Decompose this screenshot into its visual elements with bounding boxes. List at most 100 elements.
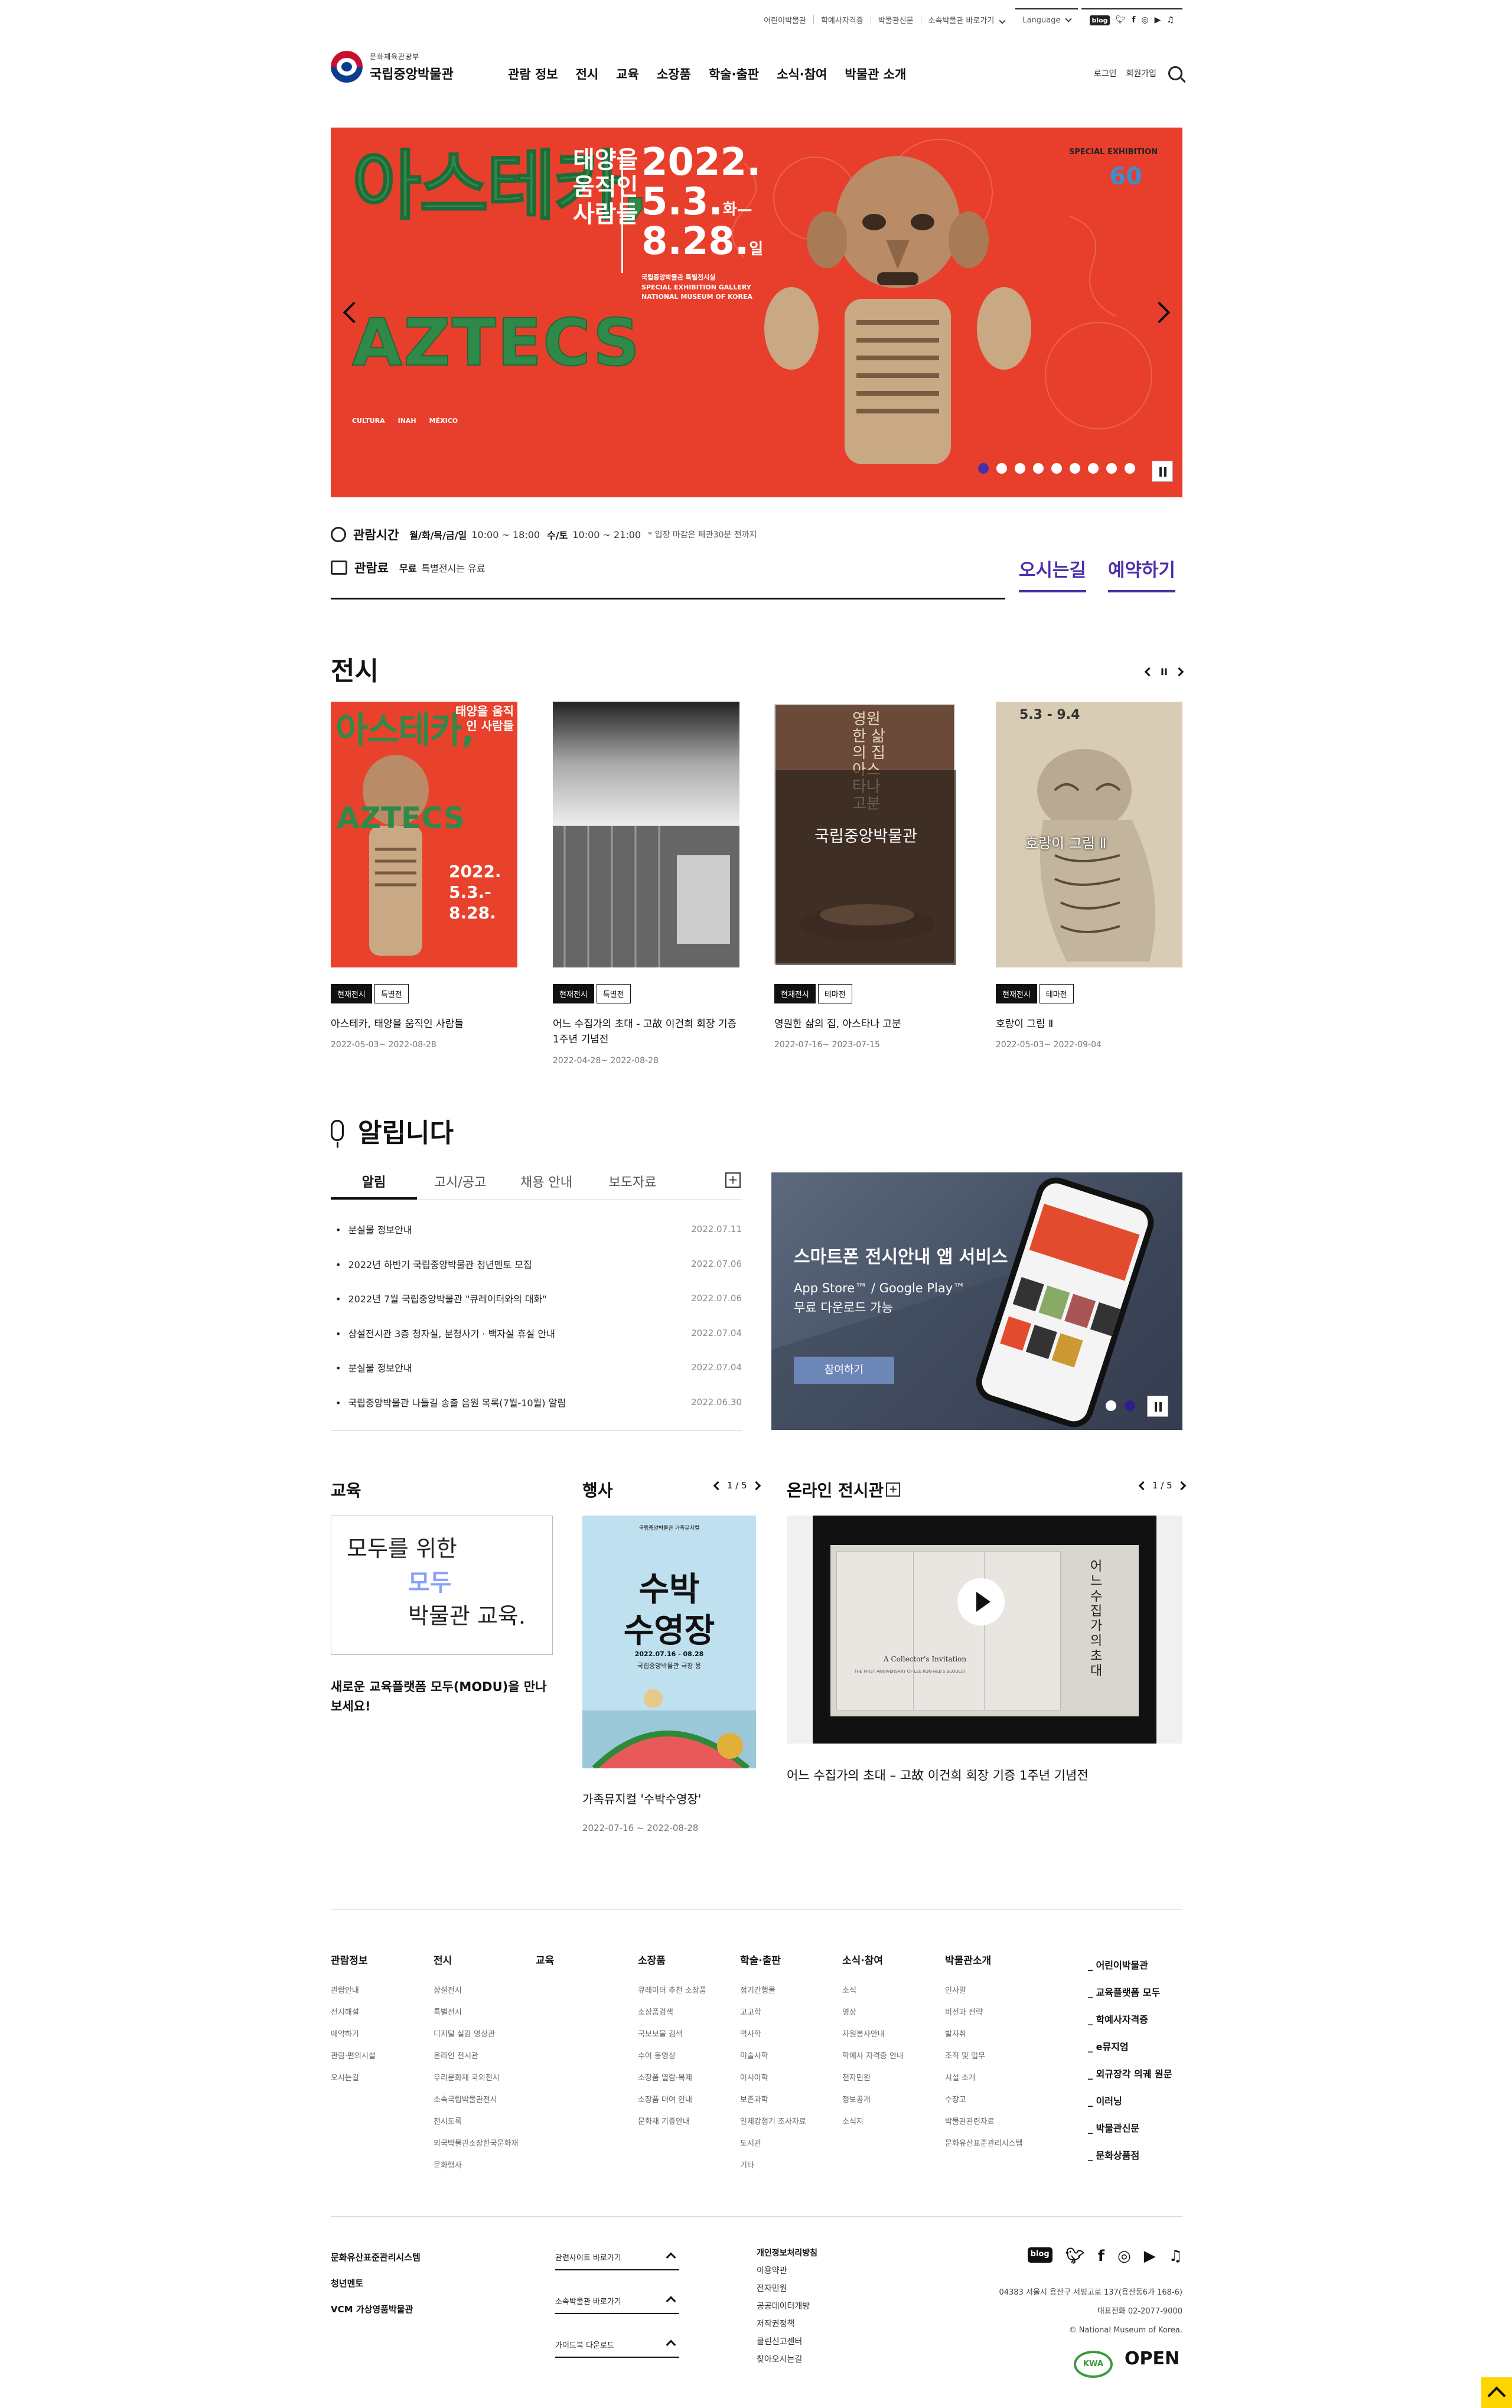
- app-promo-banner[interactable]: 스마트폰 전시안내 앱 서비스 App Store™ / Google Play…: [771, 1172, 1182, 1430]
- nav-about[interactable]: 박물관 소개: [845, 65, 906, 83]
- podcast-icon[interactable]: ♫: [1169, 2247, 1182, 2265]
- quick-link-emuseum[interactable]: e뮤지엄: [1088, 2034, 1172, 2061]
- instagram-icon[interactable]: ◎: [1141, 15, 1148, 25]
- footer-link[interactable]: 박물관관련자료: [945, 2111, 1023, 2133]
- footer-link[interactable]: 특별전시: [434, 2002, 519, 2023]
- footer-link[interactable]: 디지털 실감 영상관: [434, 2023, 519, 2045]
- slide-dot[interactable]: [1088, 463, 1099, 474]
- more-plus-icon[interactable]: +: [725, 1172, 741, 1188]
- footer-link[interactable]: 국보보물 검색: [638, 2023, 706, 2045]
- prev-icon[interactable]: [713, 1481, 723, 1490]
- youtube-icon[interactable]: ▶: [1155, 15, 1161, 25]
- footer-link[interactable]: 찾아오시는길: [757, 2351, 817, 2368]
- footer-link[interactable]: 전시도록: [434, 2111, 519, 2133]
- list-item[interactable]: 2022년 하반기 국립중앙박물관 청년멘토 모집 2022.07.06: [331, 1247, 742, 1282]
- footer-link[interactable]: 문화유산표준관리시스템: [331, 2244, 421, 2270]
- util-link-newspaper[interactable]: 박물관신문: [871, 14, 921, 25]
- list-item[interactable]: 2022년 7월 국립중앙박물관 "큐레이터와의 대화" 2022.07.06: [331, 1281, 742, 1316]
- footer-column-heading[interactable]: 학술·출판: [740, 1952, 806, 1967]
- footer-link[interactable]: 비전과 전략: [945, 2002, 1023, 2023]
- footer-link[interactable]: 역사학: [740, 2023, 806, 2045]
- slide-dot[interactable]: [1051, 463, 1062, 474]
- footer-link[interactable]: 상설전시: [434, 1980, 519, 2002]
- slide-dot[interactable]: [996, 463, 1007, 474]
- slide-dot-active[interactable]: [978, 463, 989, 474]
- footer-link[interactable]: 전자민원: [842, 2067, 904, 2089]
- footer-link[interactable]: VCM 가상영품박물관: [331, 2296, 421, 2322]
- login-link[interactable]: 로그인: [1094, 67, 1117, 79]
- footer-link[interactable]: 전시해설: [331, 2002, 376, 2023]
- tab-announcement[interactable]: 고시/공고: [417, 1169, 503, 1200]
- footer-link[interactable]: 소장품 대여 안내: [638, 2089, 706, 2111]
- footer-link[interactable]: 소식: [842, 1980, 904, 2002]
- exhibition-card[interactable]: 아스테카, AZTECS 태양을 움직인 사람들 2022. 5.3.- 8.2…: [331, 702, 517, 1050]
- footer-link[interactable]: 큐레이터 추천 소장품: [638, 1980, 706, 2002]
- footer-column-heading[interactable]: 박물관소개: [945, 1952, 1023, 1967]
- quick-link-kids[interactable]: 어린이박물관: [1088, 1952, 1172, 1979]
- footer-link[interactable]: 미술사학: [740, 2045, 806, 2067]
- youtube-icon[interactable]: ▶: [1144, 2247, 1156, 2265]
- footer-link[interactable]: 조직 및 업무: [945, 2045, 1023, 2067]
- footer-column-heading[interactable]: 소장품: [638, 1952, 706, 1967]
- exhibition-card[interactable]: 영원한 삶의 집 아스타나 고분 국립중앙박물관 현재전시테마전 영원한 삶의 …: [774, 702, 961, 1050]
- footer-link[interactable]: 수어 동영상: [638, 2045, 706, 2067]
- quick-link-shop[interactable]: 문화상품점: [1088, 2142, 1172, 2169]
- footer-link[interactable]: 개인정보처리방침: [757, 2244, 817, 2262]
- footer-link[interactable]: 문화행사: [434, 2155, 519, 2176]
- list-item[interactable]: 분실물 정보안내 2022.07.11: [331, 1212, 742, 1247]
- footer-link[interactable]: 일제강점기 조사자료: [740, 2111, 806, 2133]
- list-item[interactable]: 상설전시관 3층 청자실, 분청사기 · 백자실 휴실 안내 2022.07.04: [331, 1316, 742, 1351]
- directions-button[interactable]: 오시는길: [1019, 555, 1087, 592]
- nav-education[interactable]: 교육: [616, 65, 639, 83]
- footer-link[interactable]: 발자취: [945, 2023, 1023, 2045]
- next-icon[interactable]: [1177, 1481, 1186, 1490]
- next-icon[interactable]: [1174, 667, 1184, 677]
- footer-link[interactable]: 소장품 열람·복제: [638, 2067, 706, 2089]
- prev-icon[interactable]: [1144, 667, 1154, 677]
- footer-link[interactable]: 우리문화재 국외전시: [434, 2067, 519, 2089]
- blog-icon[interactable]: blog: [1090, 15, 1110, 25]
- tab-recruit[interactable]: 채용 안내: [503, 1169, 589, 1200]
- next-icon[interactable]: [751, 1481, 761, 1490]
- guidebook-dropdown[interactable]: 가이드북 다운로드: [555, 2339, 679, 2358]
- footer-link[interactable]: 기타: [740, 2155, 806, 2176]
- footer-link[interactable]: 관람·편의시설: [331, 2045, 376, 2067]
- quick-link-curator[interactable]: 학예사자격증: [1088, 2006, 1172, 2034]
- quick-link-uigwe[interactable]: 외규장각 의궤 원문: [1088, 2061, 1172, 2088]
- education-banner[interactable]: 모두를 위한 모두 박물관 교육.: [331, 1516, 553, 1655]
- blog-icon[interactable]: blog: [1027, 2247, 1052, 2263]
- slide-dot-active[interactable]: [1125, 1400, 1135, 1411]
- footer-link[interactable]: 예약하기: [331, 2023, 376, 2045]
- footer-column-heading[interactable]: 교육: [536, 1952, 554, 1967]
- nav-visit[interactable]: 관람 정보: [508, 65, 558, 83]
- nav-news[interactable]: 소식·참여: [777, 65, 827, 83]
- slide-dot[interactable]: [1106, 463, 1117, 474]
- footer-link[interactable]: 문화재 기증안내: [638, 2111, 706, 2133]
- util-link-kids[interactable]: 어린이박물관: [757, 14, 813, 25]
- pause-button[interactable]: [1152, 461, 1173, 482]
- app-join-button[interactable]: 참여하기: [794, 1357, 894, 1384]
- footer-link[interactable]: 정기간행물: [740, 1980, 806, 2002]
- footer-link[interactable]: 외국박물관소장한국문화재: [434, 2133, 519, 2155]
- online-exhibit-title[interactable]: 어느 수집가의 초대 – 고故 이건희 회장 기증 1주년 기념전: [787, 1766, 1089, 1784]
- pause-button[interactable]: [1147, 1396, 1168, 1417]
- footer-link[interactable]: 소식지: [842, 2111, 904, 2133]
- footer-link[interactable]: 정보공개: [842, 2089, 904, 2111]
- site-logo[interactable]: 문화체육관광부 국립중앙박물관: [331, 51, 454, 83]
- footer-column-heading[interactable]: 전시: [434, 1952, 519, 1967]
- footer-link[interactable]: 온라인 전시관: [434, 2045, 519, 2067]
- reserve-button[interactable]: 예약하기: [1108, 555, 1176, 592]
- tab-notice[interactable]: 알림: [331, 1169, 417, 1200]
- exhibition-card[interactable]: 현재전시 특별전 어느 수집가의 초대 - 고故 이건희 회장 기증 1주년 기념…: [553, 702, 739, 1065]
- nav-exhibition[interactable]: 전시: [576, 65, 599, 83]
- search-icon[interactable]: [1168, 66, 1182, 80]
- instagram-icon[interactable]: ◎: [1117, 2247, 1131, 2265]
- nav-collection[interactable]: 소장품: [657, 65, 691, 83]
- quick-link-modu[interactable]: 교육플랫폼 모두: [1088, 1979, 1172, 2006]
- footer-column-heading[interactable]: 소식·참여: [842, 1952, 904, 1967]
- footer-link[interactable]: 문화유산표준관리시스템: [945, 2133, 1023, 2155]
- tab-press[interactable]: 보도자료: [589, 1169, 676, 1200]
- hero-banner[interactable]: 아스테카, AZTECS 태양을 움직인 사람들 2022. 5.3.화— 8.…: [331, 128, 1182, 497]
- exhibition-card[interactable]: 5.3 - 9.4 호랑이 그림 Ⅱ 현재전시 테마전 호랑이 그림 Ⅱ 2022…: [996, 702, 1182, 1050]
- slide-dot[interactable]: [1033, 463, 1044, 474]
